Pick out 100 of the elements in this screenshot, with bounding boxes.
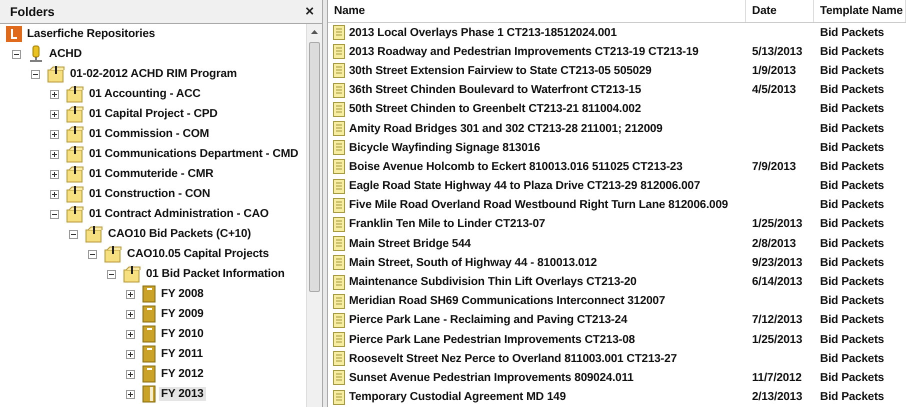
folder-icon: [66, 185, 84, 203]
document-name[interactable]: 2013 Local Overlays Phase 1 CT213-18512024.001: [349, 26, 617, 39]
document-icon: [333, 351, 345, 366]
tree-item[interactable]: 01 Communications Department - CMD: [87, 147, 300, 161]
date-cell: 9/23/2013: [752, 256, 802, 269]
collapse-toggle[interactable]: [107, 270, 116, 278]
document-name[interactable]: Franklin Ten Mile to Linder CT213-07: [349, 218, 546, 230]
collapse-toggle[interactable]: [31, 70, 40, 78]
tree-item[interactable]: 01 Capital Project - CPD: [87, 107, 220, 121]
tree-item[interactable]: FY 2011: [159, 347, 205, 361]
document-icon: [333, 370, 345, 386]
document-name[interactable]: Main Street, South of Highway 44 - 810013.012: [349, 256, 597, 269]
document-icon: [333, 178, 345, 194]
document-icon: [333, 159, 345, 174]
document-icon: [333, 332, 345, 348]
collapse-toggle[interactable]: [50, 210, 59, 218]
binder-icon: [142, 345, 156, 363]
tree-item[interactable]: FY 2013: [159, 387, 206, 401]
binder-icon: [142, 325, 156, 343]
tree-item[interactable]: ACHD: [47, 47, 84, 61]
document-name[interactable]: Pierce Park Lane - Reclaiming and Paving CT213-24: [349, 314, 628, 326]
document-name[interactable]: Boise Avenue Holcomb to Eckert 810013.016 511025 CT213-23: [349, 160, 683, 173]
document-name[interactable]: Sunset Avenue Pedestrian Improvements 809024.011: [349, 372, 634, 384]
folder-icon: [66, 125, 84, 143]
document-icon: [333, 121, 345, 136]
document-name[interactable]: Five Mile Road Overland Road Westbound Right Turn Lane 812006.009: [349, 199, 728, 212]
document-name[interactable]: Roosevelt Street Nez Perce to Overland 811003.001 CT213-27: [349, 352, 677, 365]
folder-icon: [66, 85, 84, 103]
collapse-toggle[interactable]: [12, 50, 21, 58]
expand-toggle[interactable]: [50, 170, 59, 178]
template-cell: Bid Packets: [820, 103, 884, 116]
document-name[interactable]: 36th Street Chinden Boulevard to Waterfront CT213-15: [349, 84, 642, 96]
date-cell: 1/9/2013: [752, 64, 796, 77]
document-icon: [333, 274, 345, 290]
folder-icon: [66, 205, 84, 223]
document-name[interactable]: Pierce Park Lane Pedestrian Improvements CT213-08: [349, 334, 635, 346]
document-name[interactable]: Bicycle Wayfinding Signage 813016: [349, 142, 540, 154]
tree-item[interactable]: 01 Contract Administration - CAO: [87, 207, 271, 221]
column-header[interactable]: Template Name: [814, 0, 906, 22]
document-name[interactable]: Amity Road Bridges 301 and 302 CT213-28 211001; 212009: [349, 122, 663, 135]
document-icon: [333, 63, 345, 78]
expand-toggle[interactable]: [126, 390, 135, 398]
tree-item[interactable]: FY 2009: [159, 307, 206, 321]
tree-item[interactable]: FY 2010: [159, 327, 206, 341]
template-cell: Bid Packets: [820, 295, 884, 308]
expand-toggle[interactable]: [50, 90, 59, 98]
folder-icon: [66, 165, 84, 183]
expand-toggle[interactable]: [50, 150, 59, 158]
expand-toggle[interactable]: [126, 370, 135, 378]
tree-item[interactable]: Laserfiche Repositories: [25, 27, 158, 41]
expand-toggle[interactable]: [50, 110, 59, 118]
tree-item[interactable]: 01 Commission - COM: [87, 127, 212, 141]
document-name[interactable]: 50th Street Chinden to Greenbelt CT213-21 811004.002: [349, 103, 642, 116]
document-name[interactable]: Temporary Custodial Agreement MD 149: [349, 391, 566, 404]
expand-toggle[interactable]: [50, 130, 59, 138]
expand-toggle[interactable]: [126, 330, 135, 338]
template-cell: Bid Packets: [820, 218, 884, 230]
document-icon: [333, 82, 345, 98]
tree-item[interactable]: FY 2008: [159, 287, 206, 301]
template-cell: Bid Packets: [820, 276, 884, 288]
tree-item[interactable]: CAO10 Bid Packets (C+10): [106, 227, 254, 241]
document-name[interactable]: 2013 Roadway and Pedestrian Improvements CT213-19 CT213-19: [349, 46, 699, 58]
column-header[interactable]: Name: [328, 0, 746, 22]
template-cell: Bid Packets: [820, 256, 884, 269]
template-cell: Bid Packets: [820, 84, 884, 96]
tree-item[interactable]: 01 Commuteride - CMR: [87, 167, 216, 181]
document-icon: [333, 216, 345, 232]
document-name[interactable]: Maintenance Subdivision Thin Lift Overlays CT213-20: [349, 276, 637, 288]
date-cell: 7/9/2013: [752, 160, 796, 173]
document-icon: [333, 44, 345, 60]
collapse-toggle[interactable]: [88, 250, 97, 258]
document-icon: [333, 312, 345, 328]
scrollbar[interactable]: [306, 24, 322, 407]
document-name[interactable]: Meridian Road SH69 Communications Interconnect 312007: [349, 295, 666, 308]
tree-item[interactable]: 01 Construction - CON: [87, 187, 212, 201]
folder-icon: [47, 65, 65, 83]
date-cell: 1/25/2013: [752, 218, 802, 230]
template-cell: Bid Packets: [820, 142, 884, 154]
tree-item[interactable]: 01 Accounting - ACC: [87, 87, 203, 101]
tree-item[interactable]: 01-02-2012 ACHD RIM Program: [68, 67, 239, 81]
tree-item[interactable]: 01 Bid Packet Information: [144, 267, 287, 281]
document-name[interactable]: Main Street Bridge 544: [349, 238, 471, 250]
expand-toggle[interactable]: [126, 350, 135, 358]
close-button[interactable]: ×: [305, 3, 314, 20]
tree-item[interactable]: CAO10.05 Capital Projects: [125, 247, 271, 261]
document-name[interactable]: Eagle Road State Highway 44 to Plaza Drive CT213-29 812006.007: [349, 180, 700, 192]
document-name[interactable]: 30th Street Extension Fairview to State CT213-05 505029: [349, 64, 652, 77]
tree-item[interactable]: FY 2012: [159, 367, 206, 381]
expand-toggle[interactable]: [50, 190, 59, 198]
template-cell: Bid Packets: [820, 64, 884, 77]
repository-icon: [6, 26, 22, 42]
date-cell: 4/5/2013: [752, 84, 796, 96]
template-cell: Bid Packets: [820, 160, 884, 173]
column-header[interactable]: Date: [746, 0, 814, 22]
collapse-toggle[interactable]: [69, 230, 78, 238]
binder-icon: [142, 305, 156, 323]
expand-toggle[interactable]: [126, 310, 135, 318]
expand-toggle[interactable]: [126, 290, 135, 298]
template-cell: Bid Packets: [820, 352, 884, 365]
scroll-up-icon[interactable]: [311, 30, 318, 34]
